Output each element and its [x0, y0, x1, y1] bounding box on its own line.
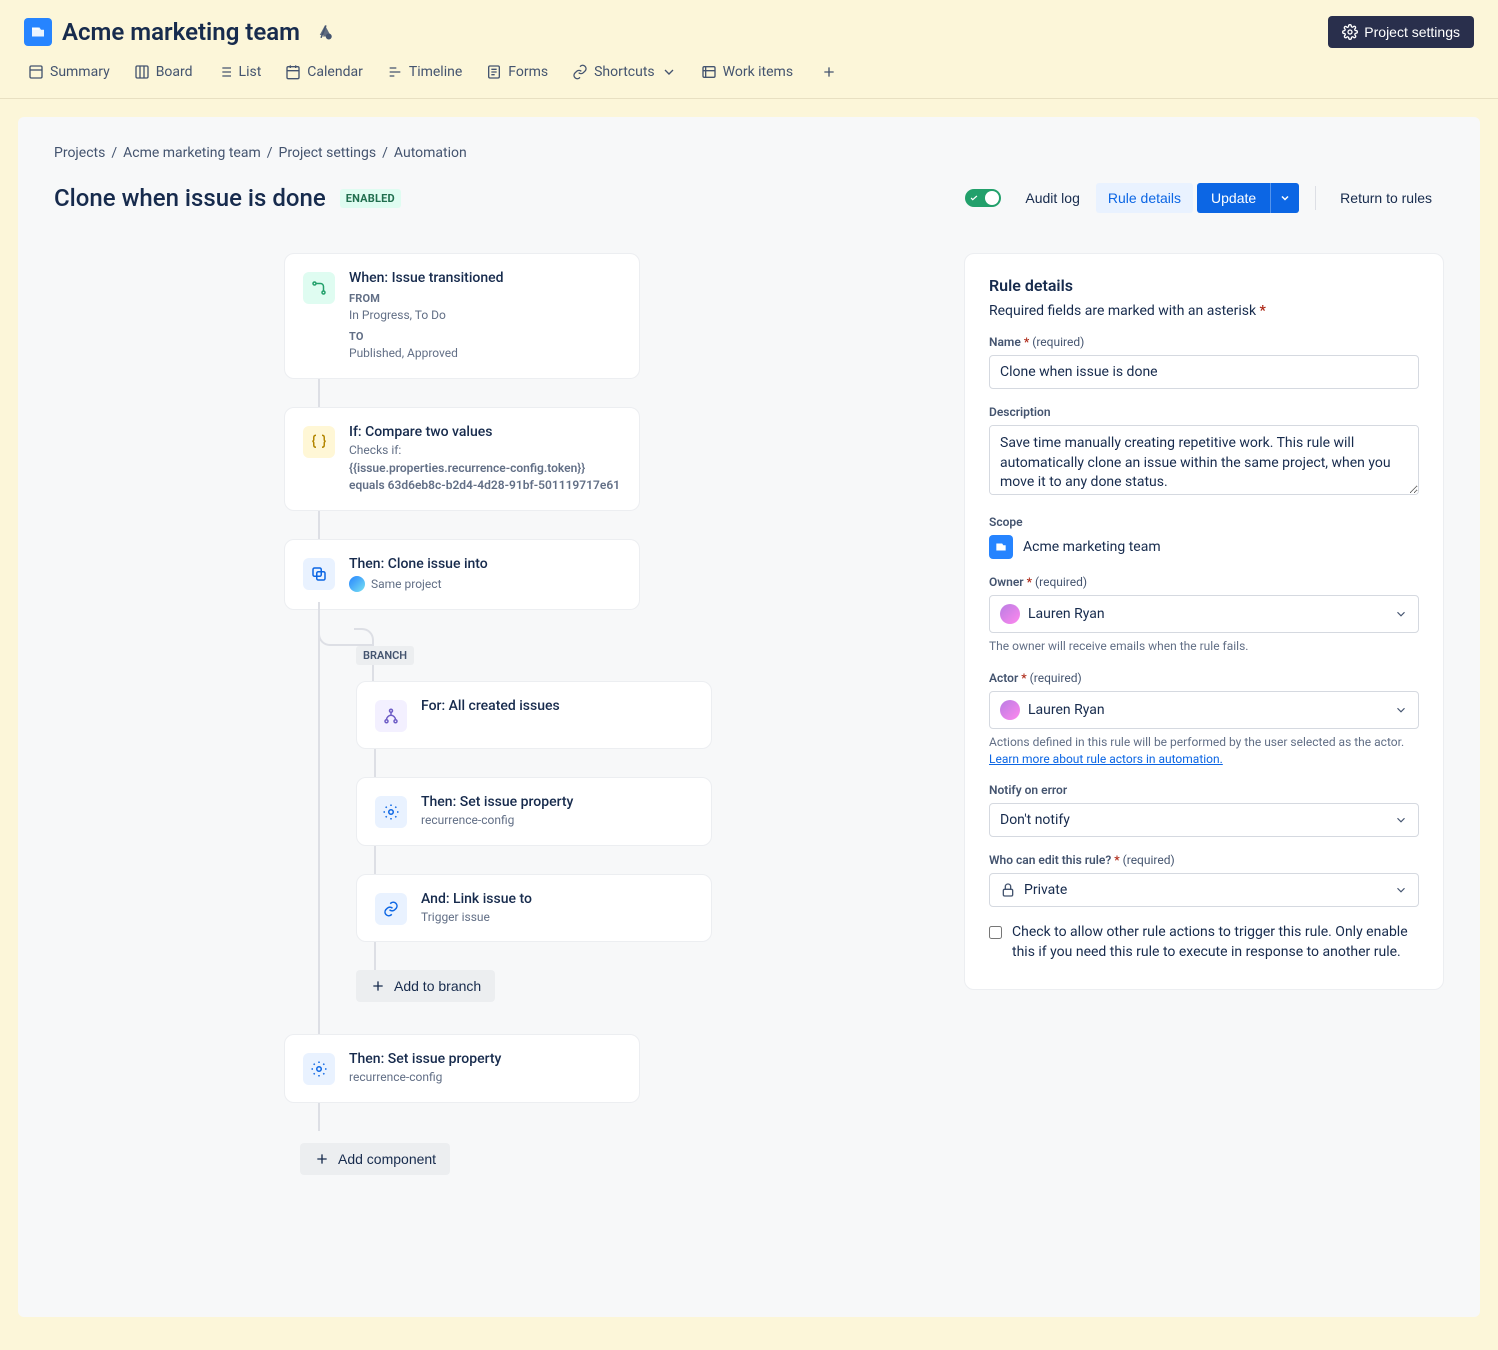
- owner-help: The owner will receive emails when the r…: [989, 638, 1419, 655]
- project-avatar-small-icon: [349, 576, 365, 592]
- chevron-down-icon: [1394, 703, 1408, 717]
- plus-icon: [370, 978, 386, 994]
- notify-label: Notify on error: [989, 783, 1419, 797]
- header: Acme marketing team Project settings: [0, 0, 1498, 56]
- gear-icon: [303, 1053, 335, 1085]
- flow-last-set-card[interactable]: Then: Set issue property recurrence-conf…: [284, 1034, 640, 1103]
- forms-icon: [486, 64, 502, 80]
- timeline-icon: [387, 64, 403, 80]
- tab-forms[interactable]: Forms: [476, 58, 558, 86]
- name-input[interactable]: [989, 355, 1419, 389]
- chevron-down-icon: [661, 64, 677, 80]
- status-badge: ENABLED: [340, 189, 401, 208]
- flow-branch-for-card[interactable]: For: All created issues: [356, 681, 712, 749]
- plus-icon: [821, 64, 837, 80]
- avatar: [1000, 700, 1020, 720]
- enable-toggle[interactable]: [965, 189, 1001, 207]
- checkbox-label: Check to allow other rule actions to tri…: [1012, 923, 1419, 962]
- chevron-down-icon: [1279, 192, 1291, 204]
- scope-label: Scope: [989, 515, 1419, 529]
- required-hint: Required fields are marked with an aster…: [989, 303, 1419, 319]
- description-label: Description: [989, 405, 1419, 419]
- page-title: Acme marketing team: [62, 18, 300, 46]
- flow-branch-link-card[interactable]: And: Link issue to Trigger issue: [356, 874, 712, 943]
- chevron-down-icon: [1394, 813, 1408, 827]
- gear-icon: [375, 796, 407, 828]
- list-icon: [217, 64, 233, 80]
- tab-work-items[interactable]: Work items: [691, 58, 803, 86]
- actor-help: Actions defined in this rule will be per…: [989, 734, 1419, 768]
- theme-icon[interactable]: [316, 23, 334, 41]
- workitems-icon: [701, 64, 717, 80]
- content: Projects/ Acme marketing team/ Project s…: [18, 117, 1480, 1317]
- lock-icon: [1000, 882, 1016, 898]
- flow-clone-title: Then: Clone issue into: [349, 556, 488, 572]
- chevron-down-icon: [1394, 883, 1408, 897]
- actor-select[interactable]: Lauren Ryan: [989, 691, 1419, 729]
- breadcrumb-settings[interactable]: Project settings: [279, 145, 377, 161]
- edit-label: Who can edit this rule?*(required): [989, 853, 1419, 867]
- chevron-down-icon: [1394, 607, 1408, 621]
- check-icon: [969, 193, 979, 203]
- avatar: [1000, 604, 1020, 624]
- breadcrumb-automation[interactable]: Automation: [394, 145, 467, 161]
- flow-trigger-title: When: Issue transitioned: [349, 270, 504, 286]
- copy-icon: [303, 558, 335, 590]
- rule-details-button[interactable]: Rule details: [1096, 183, 1193, 213]
- gear-icon: [1342, 24, 1358, 40]
- description-input[interactable]: [989, 425, 1419, 495]
- audit-log-button[interactable]: Audit log: [1013, 183, 1091, 213]
- flow-branch-set-card[interactable]: Then: Set issue property recurrence-conf…: [356, 777, 712, 846]
- rule-title: Clone when issue is done: [54, 184, 326, 212]
- add-tab-button[interactable]: [813, 56, 845, 88]
- actor-help-link[interactable]: Learn more about rule actors in automati…: [989, 752, 1223, 766]
- tab-board[interactable]: Board: [124, 58, 203, 86]
- nav-tabs: Summary Board List Calendar Timeline For…: [0, 56, 1498, 99]
- flow-condition-title: If: Compare two values: [349, 424, 621, 440]
- panel-heading: Rule details: [989, 276, 1419, 295]
- tab-summary[interactable]: Summary: [18, 58, 120, 86]
- add-component-button[interactable]: Add component: [300, 1143, 450, 1175]
- tab-timeline[interactable]: Timeline: [377, 58, 472, 86]
- scope-value: Acme marketing team: [1023, 539, 1161, 555]
- braces-icon: [303, 426, 335, 458]
- tab-list[interactable]: List: [207, 58, 272, 86]
- link-icon: [572, 64, 588, 80]
- scope-project-icon: [989, 535, 1013, 559]
- plus-icon: [314, 1151, 330, 1167]
- flow-column: When: Issue transitioned FROM In Progres…: [54, 253, 964, 1175]
- breadcrumb-projects[interactable]: Projects: [54, 145, 105, 161]
- details-panel: Rule details Required fields are marked …: [964, 253, 1444, 990]
- actor-label: Actor*(required): [989, 671, 1419, 685]
- flow-clone-card[interactable]: Then: Clone issue into Same project: [284, 539, 640, 610]
- flow-trigger-card[interactable]: When: Issue transitioned FROM In Progres…: [284, 253, 640, 379]
- update-more-button[interactable]: [1270, 183, 1299, 213]
- edit-select[interactable]: Private: [989, 873, 1419, 907]
- return-to-rules-button[interactable]: Return to rules: [1328, 183, 1444, 213]
- project-icon: [24, 18, 52, 46]
- flow-condition-card[interactable]: If: Compare two values Checks if: {{issu…: [284, 407, 640, 511]
- notify-select[interactable]: Don't notify: [989, 803, 1419, 837]
- allow-trigger-checkbox[interactable]: [989, 926, 1002, 939]
- branch-for-icon: [375, 700, 407, 732]
- breadcrumb: Projects/ Acme marketing team/ Project s…: [18, 117, 1480, 161]
- breadcrumb-team[interactable]: Acme marketing team: [123, 145, 261, 161]
- summary-icon: [28, 64, 44, 80]
- update-button[interactable]: Update: [1197, 183, 1270, 213]
- branch-label: BRANCH: [356, 646, 414, 665]
- add-to-branch-button[interactable]: Add to branch: [356, 970, 495, 1002]
- transition-icon: [303, 272, 335, 304]
- board-icon: [134, 64, 150, 80]
- owner-select[interactable]: Lauren Ryan: [989, 595, 1419, 633]
- tab-calendar[interactable]: Calendar: [275, 58, 373, 86]
- project-settings-button[interactable]: Project settings: [1328, 16, 1474, 48]
- name-label: Name*(required): [989, 335, 1419, 349]
- owner-label: Owner*(required): [989, 575, 1419, 589]
- calendar-icon: [285, 64, 301, 80]
- link-icon: [375, 893, 407, 925]
- tab-shortcuts[interactable]: Shortcuts: [562, 58, 687, 86]
